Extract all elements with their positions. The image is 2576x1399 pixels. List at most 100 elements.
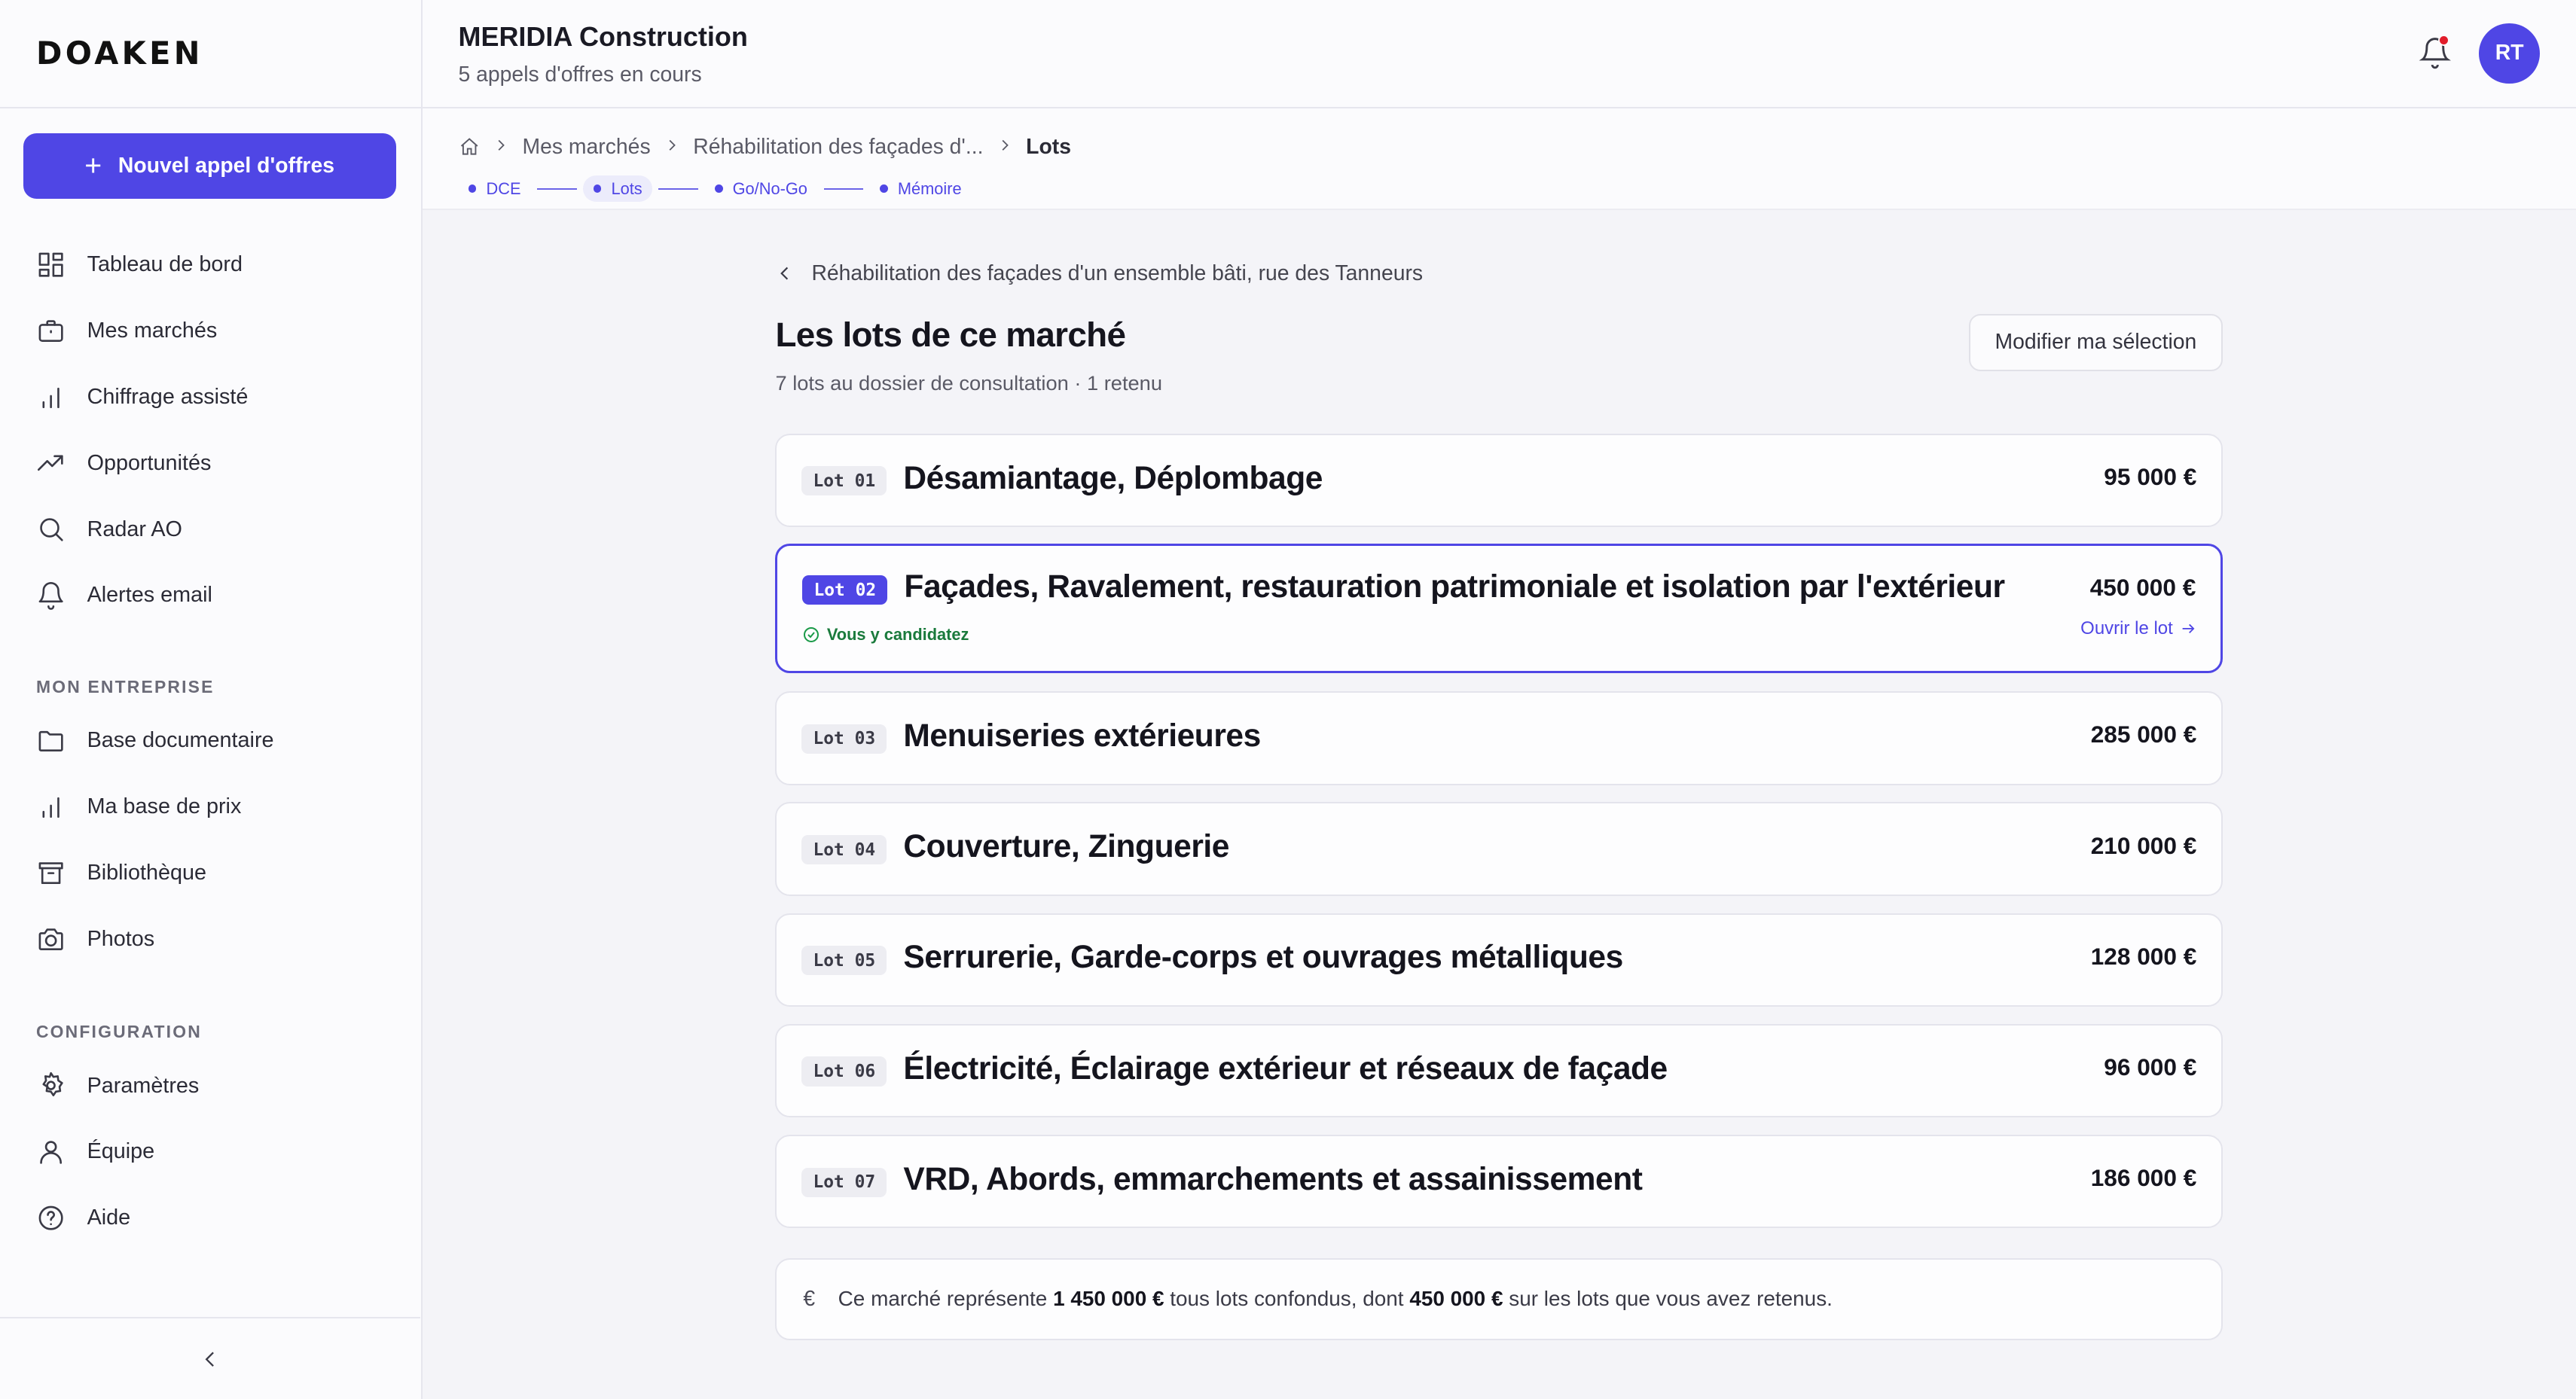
new-tender-button[interactable]: + Nouvel appel d'offres	[23, 133, 396, 199]
lot-name: Façades, Ravalement, restauration patrim…	[904, 568, 2005, 605]
company-name: MERIDIA Construction	[458, 21, 748, 53]
sidebar-item-library[interactable]: Bibliothèque	[0, 840, 420, 907]
help-icon	[38, 1205, 63, 1230]
step-dot	[714, 184, 723, 194]
step-label: DCE	[486, 178, 521, 198]
sidebar-item-label: Bibliothèque	[87, 861, 206, 885]
candidate-status-label: Vous y candidatez	[826, 624, 969, 644]
bar-chart-icon	[42, 387, 60, 408]
modify-selection-button[interactable]: Modifier ma sélection	[1968, 313, 2223, 371]
lot-card-05[interactable]: Lot 05 Serrurerie, Garde-corps et ouvrag…	[775, 913, 2223, 1007]
lot-card-02[interactable]: Lot 02 Façades, Ravalement, restauration…	[775, 543, 2223, 674]
avatar[interactable]: RT	[2479, 23, 2540, 84]
gear-icon	[42, 1072, 63, 1097]
sidebar-item-label: Tableau de bord	[87, 251, 243, 276]
lot-card-03[interactable]: Lot 03 Menuiseries extérieures 285 000 €	[775, 691, 2223, 785]
folder-icon	[38, 731, 63, 752]
step-dot	[468, 184, 477, 194]
step-connector	[537, 187, 577, 190]
dashboard-icon	[38, 252, 63, 277]
page-subtitle: 7 lots au dossier de consultation · 1 re…	[775, 370, 1162, 395]
archive-icon	[38, 862, 63, 885]
page-title: Les lots de ce marché	[775, 315, 1126, 354]
back-link[interactable]: Réhabilitation des façades d'un ensemble…	[775, 261, 1423, 286]
sidebar-item-label: Mes marchés	[87, 318, 218, 343]
lot-badge: Lot 03	[801, 724, 887, 754]
lot-badge: Lot 04	[801, 834, 887, 865]
lot-badge: Lot 05	[801, 946, 887, 976]
chevron-right-icon	[493, 135, 509, 160]
sidebar-item-documents[interactable]: Base documentaire	[0, 708, 420, 774]
breadcrumb-item-tender[interactable]: Réhabilitation des façades d'...	[693, 135, 983, 160]
lot-name: Désamiantage, Déplombage	[903, 459, 1323, 496]
sidebar-item-label: Base documentaire	[87, 728, 274, 753]
lot-amount: 96 000 €	[2104, 1053, 2197, 1080]
sidebar: DOAKEN + Nouvel appel d'offres Tableau d…	[0, 0, 423, 1399]
breadcrumb: Mes marchés Réhabilitation des façades d…	[459, 135, 1071, 160]
sidebar-item-team[interactable]: Équipe	[0, 1119, 420, 1185]
lot-amount: 285 000 €	[2090, 721, 2197, 748]
sidebar-item-label: Aide	[87, 1205, 131, 1230]
sidebar-item-my-tenders[interactable]: Mes marchés	[0, 297, 420, 364]
sidebar-item-email-alerts[interactable]: Alertes email	[0, 562, 420, 629]
sidebar-item-label: Équipe	[87, 1139, 155, 1164]
company-subtitle: 5 appels d'offres en cours	[458, 62, 702, 87]
lot-card-04[interactable]: Lot 04 Couverture, Zinguerie 210 000 €	[775, 802, 2223, 896]
step-dce[interactable]: DCE	[459, 175, 531, 202]
sidebar-item-label: Ma base de prix	[87, 794, 242, 819]
sidebar-item-label: Paramètres	[87, 1073, 200, 1098]
lot-badge: Lot 01	[801, 466, 887, 496]
notifications-button[interactable]	[2419, 34, 2452, 69]
sidebar-item-label: Alertes email	[87, 583, 212, 608]
sidebar-item-label: Chiffrage assisté	[87, 384, 249, 409]
sidebar-item-opportunities[interactable]: Opportunités	[0, 430, 420, 496]
lot-badge: Lot 02	[802, 575, 888, 605]
lot-card-01[interactable]: Lot 01 Désamiantage, Déplombage 95 000 €	[775, 433, 2223, 528]
home-icon[interactable]	[459, 136, 480, 157]
sidebar-item-help[interactable]: Aide	[0, 1185, 420, 1251]
sidebar-item-radar[interactable]: Radar AO	[0, 496, 420, 562]
lot-name: Menuiseries extérieures	[903, 717, 1261, 754]
lot-card-07[interactable]: Lot 07 VRD, Abords, emmarchements et ass…	[775, 1135, 2223, 1229]
step-dot	[593, 184, 602, 194]
sidebar-item-label: Photos	[87, 927, 155, 952]
trending-up-icon	[37, 455, 63, 471]
summary-prefix: Ce marché représente	[838, 1287, 1048, 1311]
step-memoire[interactable]: Mémoire	[870, 175, 972, 202]
lot-amount: 128 000 €	[2090, 942, 2197, 970]
step-go-no-go[interactable]: Go/No-Go	[705, 175, 817, 202]
step-dot	[879, 184, 888, 194]
bell-icon	[38, 582, 63, 611]
sidebar-item-dashboard[interactable]: Tableau de bord	[0, 232, 420, 298]
step-label: Mémoire	[897, 178, 962, 198]
step-lots[interactable]: Lots	[583, 175, 652, 203]
breadcrumb-item-tenders[interactable]: Mes marchés	[523, 135, 651, 160]
collapse-sidebar-button[interactable]	[0, 1317, 421, 1399]
sidebar-item-pricing[interactable]: Chiffrage assisté	[0, 364, 420, 430]
section-title-company: MON ENTREPRISE	[35, 676, 215, 696]
lot-amount: 450 000 €	[2089, 574, 2196, 601]
summary-retained: 450 000 €	[1409, 1287, 1503, 1311]
config-nav: Paramètres Équipe Aide	[0, 1053, 420, 1251]
plus-icon: +	[84, 148, 102, 182]
breadcrumb-bar: Mes marchés Réhabilitation des façades d…	[422, 108, 2576, 211]
sidebar-item-photos[interactable]: Photos	[0, 907, 420, 973]
lot-name: Électricité, Éclairage extérieur et rése…	[903, 1050, 1668, 1087]
brand-logo[interactable]: DOAKEN	[0, 0, 421, 108]
lot-amount: 210 000 €	[2090, 831, 2197, 859]
candidate-status: Vous y candidatez	[802, 625, 969, 645]
lot-amount: 95 000 €	[2104, 462, 2197, 490]
lot-card-06[interactable]: Lot 06 Électricité, Éclairage extérieur …	[775, 1023, 2223, 1118]
open-lot-label: Ouvrir le lot	[2080, 617, 2173, 639]
notification-dot	[2437, 34, 2450, 47]
chevron-right-icon	[664, 135, 680, 160]
step-label: Lots	[611, 178, 642, 198]
search-icon	[40, 518, 63, 542]
lot-name: Serrurerie, Garde-corps et ouvrages méta…	[903, 939, 1623, 976]
summary-text: Ce marché représente 1 450 000 € tous lo…	[838, 1287, 1833, 1311]
sidebar-item-price-base[interactable]: Ma base de prix	[0, 774, 420, 840]
sidebar-item-settings[interactable]: Paramètres	[0, 1053, 420, 1119]
chevron-right-icon	[997, 135, 1013, 160]
new-tender-label: Nouvel appel d'offres	[118, 153, 334, 178]
open-lot-link[interactable]: Ouvrir le lot	[2080, 618, 2196, 639]
